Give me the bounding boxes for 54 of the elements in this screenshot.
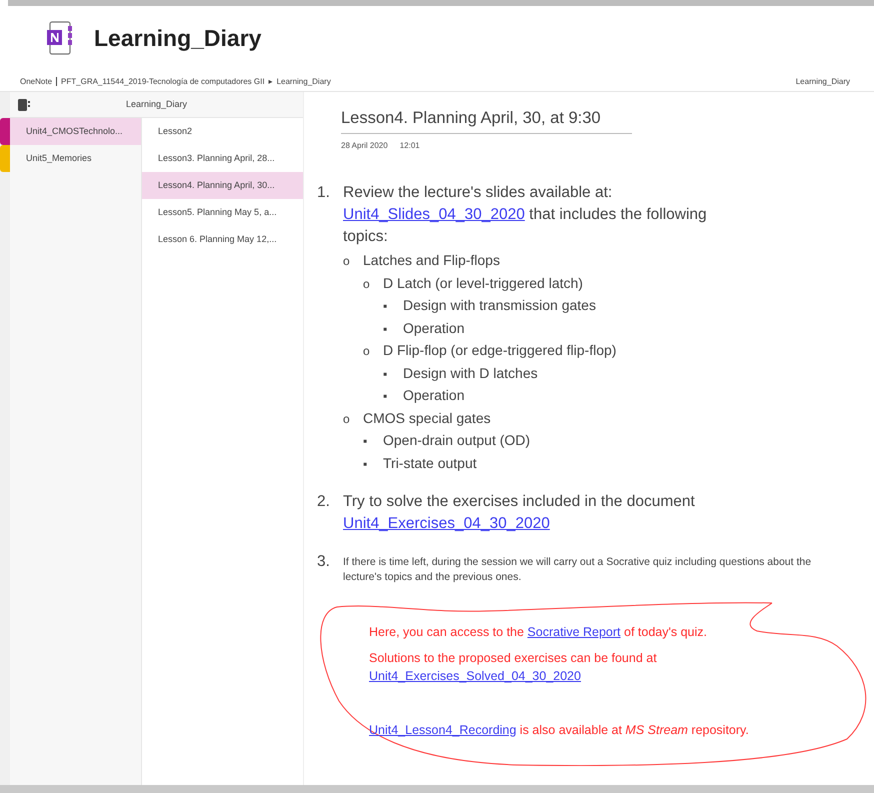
document-link[interactable]: Unit4_Lesson4_Recording <box>369 723 516 737</box>
outline-item: Open-drain output (OD) <box>383 431 530 450</box>
notebook-name[interactable]: Learning_Diary <box>126 98 188 112</box>
document-link[interactable]: Socrative Report <box>527 625 621 639</box>
horizontal-scrollbar[interactable] <box>0 785 874 793</box>
outline-item: D Flip-flop (or edge-triggered flip-flop) <box>383 341 616 360</box>
notebook-title: Learning_Diary <box>94 24 262 53</box>
outline-item: Latches and Flip-flops <box>363 251 500 270</box>
page-item[interactable]: Lesson4. Planning April, 30... <box>142 172 303 199</box>
page-time: 12:01 <box>400 140 420 152</box>
document-link[interactable]: Unit4_Exercises_Solved_04_30_2020 <box>369 669 581 683</box>
document-link[interactable]: Unit4_Exercises_04_30_2020 <box>343 515 550 532</box>
bullet-marker: o <box>363 343 371 360</box>
section-item[interactable]: Unit5_Memories <box>10 145 141 172</box>
list-number: 1. <box>317 183 331 203</box>
outline-item: Operation <box>403 386 464 405</box>
breadcrumb-app[interactable]: OneNote <box>20 76 52 88</box>
bullet-marker: ▪ <box>363 456 368 472</box>
breadcrumb-notebook[interactable]: PFT_GRA_11544_2019-Tecnología de computadores GII <box>61 76 265 88</box>
bullet-marker: ▪ <box>383 298 388 315</box>
bullet-marker: ▪ <box>383 366 388 382</box>
page-date: 28 April 2020 <box>341 140 388 152</box>
outline-item: D Latch (or level-triggered latch) <box>383 274 583 293</box>
document-link[interactable]: Unit4_Slides_04_30_2020 <box>343 206 525 223</box>
page-title: Lesson4. Planning April, 30, at 9:30 <box>341 109 601 127</box>
note-text: Unit4_Lesson4_Recording is also available at MS Stream repository. <box>369 722 750 739</box>
outline-item: Operation <box>403 318 464 338</box>
bullet-marker: ▪ <box>383 388 388 405</box>
outline-item: Tri-state output <box>383 454 477 473</box>
outline-item: CMOS special gates <box>363 408 491 428</box>
bullet-marker: ▪ <box>363 433 368 450</box>
breadcrumb-separator: ▸ <box>268 76 273 88</box>
breadcrumb-page[interactable]: Learning_Diary <box>276 76 331 88</box>
list-item-text: Review the lecture's slides available at: Unit4_Slides_04_30_2020 that includes the following topics: <box>343 183 708 247</box>
bullet-marker: o <box>363 276 371 292</box>
note-text: Solutions to the proposed exercises can be found at Unit4_Exercises_Solved_04_30_2020 <box>369 650 658 685</box>
page-item[interactable]: Lesson 6. Planning May 12,... <box>142 226 303 253</box>
bullet-marker: o <box>343 410 351 428</box>
outline-item: Design with transmission gates <box>403 296 596 315</box>
bullet-marker: o <box>343 253 351 270</box>
list-item-text: Try to solve the exercises included in the document Unit4_Exercises_04_30_2020 <box>343 492 696 534</box>
list-number: 2. <box>317 492 331 512</box>
breadcrumb-notebook-name: Learning_Diary <box>796 76 851 88</box>
section-item[interactable]: Unit4_CMOSTechnolo... <box>10 118 141 145</box>
note-text: Here, you can access to the Socrative Report of today's quiz. <box>369 624 708 641</box>
list-item-text: If there is time left, during the session we will carry out a Socrative quiz including questions about the lecture's topics and the previous ones. <box>343 555 812 585</box>
notebook-icon <box>46 21 74 55</box>
page-item[interactable]: Lesson5. Planning May 5, a... <box>142 199 303 226</box>
list-number: 3. <box>317 552 331 572</box>
notebook-icon[interactable] <box>18 98 30 110</box>
page-item[interactable]: Lesson2 <box>142 118 303 145</box>
outline-item: Design with D latches <box>403 364 538 383</box>
bullet-marker: ▪ <box>383 320 388 338</box>
page-item[interactable]: Lesson3. Planning April, 28... <box>142 145 303 172</box>
